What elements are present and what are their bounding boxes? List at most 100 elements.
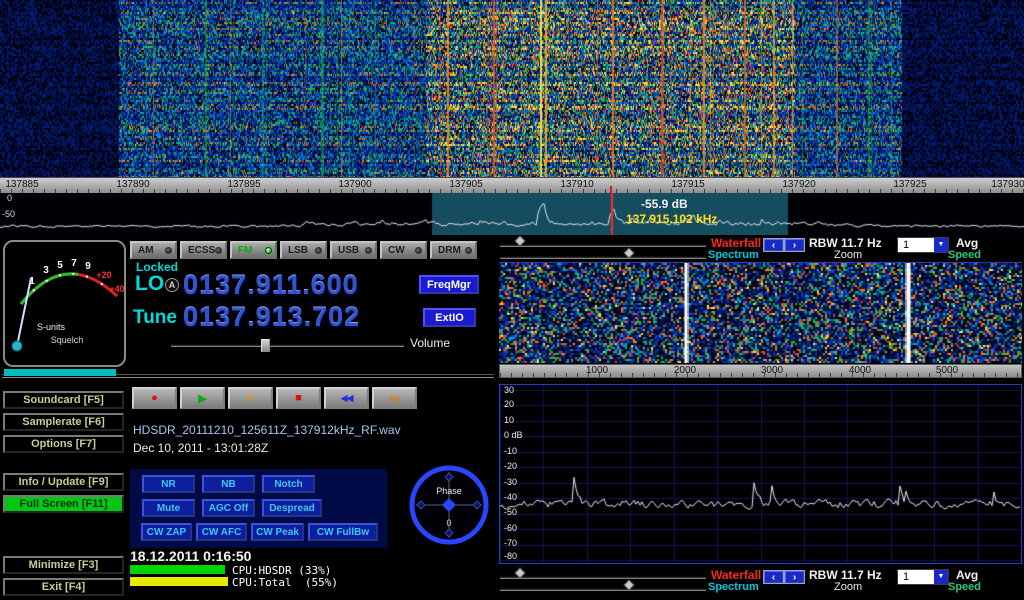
cpu-hdsdr-meter: CPU:HDSDR (33%) — [130, 565, 392, 576]
phase-indicator: Phase 0 — [407, 463, 491, 547]
tune-frequency-display[interactable]: 0137.913.702 — [183, 302, 360, 333]
mode-label: USB — [338, 245, 359, 256]
volume-track — [171, 344, 404, 347]
waterfall-toggle-bottom[interactable]: Waterfall — [711, 568, 761, 582]
db-scale-tick: -80 — [504, 551, 517, 561]
main-waterfall-display[interactable] — [0, 0, 1024, 177]
cw-fullbw-button[interactable]: CW FullBw — [308, 523, 378, 541]
cw-afc-button[interactable]: CW AFC — [196, 523, 247, 541]
audio-spectrum-canvas[interactable] — [500, 385, 1021, 563]
despread-button[interactable]: Despread — [262, 499, 322, 517]
minimize-button[interactable]: Minimize [F3] — [3, 556, 124, 574]
cpu-total-label: CPU:Total (55%) — [232, 576, 338, 589]
lo-frequency-display[interactable]: 0137.911.600 — [183, 270, 359, 301]
avg-select-top[interactable]: 1 ▼ — [897, 237, 949, 253]
mode-led-icon — [215, 247, 222, 254]
stop-button[interactable]: ■ — [276, 387, 321, 409]
slider-track — [500, 588, 706, 591]
mode-label: LSB — [288, 245, 308, 256]
info-update-button[interactable]: Info / Update [F9] — [3, 473, 124, 491]
samplerate-button[interactable]: Samplerate [F6] — [3, 413, 124, 431]
lo-a-badge[interactable]: A — [165, 278, 179, 292]
main-waterfall-canvas[interactable] — [0, 0, 1024, 177]
main-spectrum-canvas[interactable] — [0, 193, 1024, 235]
dropdown-arrow-icon[interactable]: ▼ — [934, 570, 948, 584]
cpu-hdsdr-bar — [130, 565, 225, 574]
squelch-slider[interactable] — [2, 368, 494, 378]
avg-select-bottom[interactable]: 1 ▼ — [897, 569, 949, 585]
audio-waterfall-display[interactable] — [499, 262, 1022, 363]
mode-button-fm[interactable]: FM — [230, 241, 277, 259]
dropdown-arrow-icon[interactable]: ▼ — [934, 238, 948, 252]
mode-button-usb[interactable]: USB — [330, 241, 377, 259]
db-scale-tick: 10 — [504, 415, 514, 425]
s-meter-hub — [12, 341, 22, 351]
frequency-ruler[interactable]: 137885 137890 137895 137900 137905 13791… — [0, 177, 1024, 193]
pause-button[interactable]: II — [228, 387, 273, 409]
ruler-tickmarks — [500, 373, 1021, 377]
s-meter-needle — [17, 278, 31, 346]
volume-label: Volume — [410, 336, 450, 350]
mute-button[interactable]: Mute — [142, 499, 195, 517]
spectrum-toggle-bottom[interactable]: Spectrum — [708, 581, 759, 593]
waterfall-contrast-slider-bottom[interactable] — [500, 571, 706, 581]
audio-spectrum-display[interactable]: 30 20 10 0 dB -10 -20 -30 -40 -50 -60 -7… — [499, 384, 1022, 564]
options-button[interactable]: Options [F7] — [3, 435, 124, 453]
zoom-right-arrow[interactable]: › — [785, 571, 804, 583]
extio-button[interactable]: ExtIO — [423, 308, 476, 327]
fullscreen-button[interactable]: Full Screen [F11] — [3, 495, 124, 513]
hdsdr-window: 137885 137890 137895 137900 137905 13791… — [0, 0, 1024, 600]
loop-button[interactable]: ∞ — [372, 387, 417, 409]
s-meter-tick-7: 7 — [71, 258, 77, 269]
mode-button-lsb[interactable]: LSB — [280, 241, 327, 259]
cw-zap-button[interactable]: CW ZAP — [141, 523, 192, 541]
s-meter[interactable]: 1 3 5 7 9 +20 +40 S-units Squelch — [3, 240, 126, 367]
audio-frequency-ruler[interactable]: 1000 2000 3000 4000 5000 — [499, 364, 1022, 378]
spectrum-gain-slider-top[interactable] — [500, 251, 706, 261]
record-button[interactable]: ● — [132, 387, 177, 409]
mode-button-ecss[interactable]: ECSS — [180, 241, 227, 259]
s-meter-tick-plus40: +40 — [109, 284, 124, 294]
audio-waterfall-canvas[interactable] — [499, 263, 1022, 363]
zoom-arrows-bottom: ‹ › — [763, 570, 805, 584]
volume-slider[interactable] — [171, 339, 404, 352]
avg-label-top: Avg — [956, 236, 978, 250]
zoom-left-arrow[interactable]: ‹ — [764, 239, 783, 251]
waterfall-toggle-top[interactable]: Waterfall — [711, 236, 761, 250]
rewind-button[interactable]: ◀◀ — [324, 387, 369, 409]
zoom-right-arrow[interactable]: › — [785, 239, 804, 251]
exit-button[interactable]: Exit [F4] — [3, 578, 124, 596]
nb-button[interactable]: NB — [202, 475, 255, 493]
mode-led-icon — [165, 247, 172, 254]
zoom-left-arrow[interactable]: ‹ — [764, 571, 783, 583]
db-scale-tick: -10 — [504, 446, 517, 456]
agc-button[interactable]: AGC Off — [202, 499, 255, 517]
spectrum-toggle-top[interactable]: Spectrum — [708, 249, 759, 261]
mode-button-cw[interactable]: CW — [380, 241, 427, 259]
waterfall-contrast-slider-top[interactable] — [500, 239, 706, 249]
phase-dial: Phase 0 — [407, 463, 491, 547]
soundcard-button[interactable]: Soundcard [F5] — [3, 391, 124, 409]
rewind-icon: ◀◀ — [341, 393, 353, 404]
notch-button[interactable]: Notch — [262, 475, 315, 493]
mode-led-icon — [465, 247, 472, 254]
phase-label: Phase — [436, 486, 462, 496]
wav-file-date: Dec 10, 2011 - 13:01:28Z — [133, 441, 268, 455]
mode-button-am[interactable]: AM — [130, 241, 177, 259]
db-scale-tick: -60 — [504, 523, 517, 533]
volume-thumb[interactable] — [261, 339, 270, 352]
avg-label-bottom: Avg — [956, 568, 978, 582]
nr-button[interactable]: NR — [142, 475, 195, 493]
spectrum-gain-slider-bottom[interactable] — [500, 583, 706, 593]
rbw-label-bottom: RBW 11.7 Hz — [809, 568, 882, 582]
cw-peak-button[interactable]: CW Peak — [251, 523, 304, 541]
db-scale-tick: -30 — [504, 477, 517, 487]
wav-filename: HDSDR_20111210_125611Z_137912kHz_RF.wav — [133, 423, 401, 437]
play-icon: ▶ — [198, 392, 206, 405]
squelch-level-bar[interactable] — [4, 369, 116, 376]
mode-button-drm[interactable]: DRM — [430, 241, 477, 259]
freqmgr-button[interactable]: FreqMgr — [419, 275, 479, 294]
record-icon: ● — [151, 392, 158, 404]
main-spectrum-display[interactable]: 0 -50 -55.9 dB 137.915.102 kHz — [0, 193, 1024, 235]
play-button[interactable]: ▶ — [180, 387, 225, 409]
